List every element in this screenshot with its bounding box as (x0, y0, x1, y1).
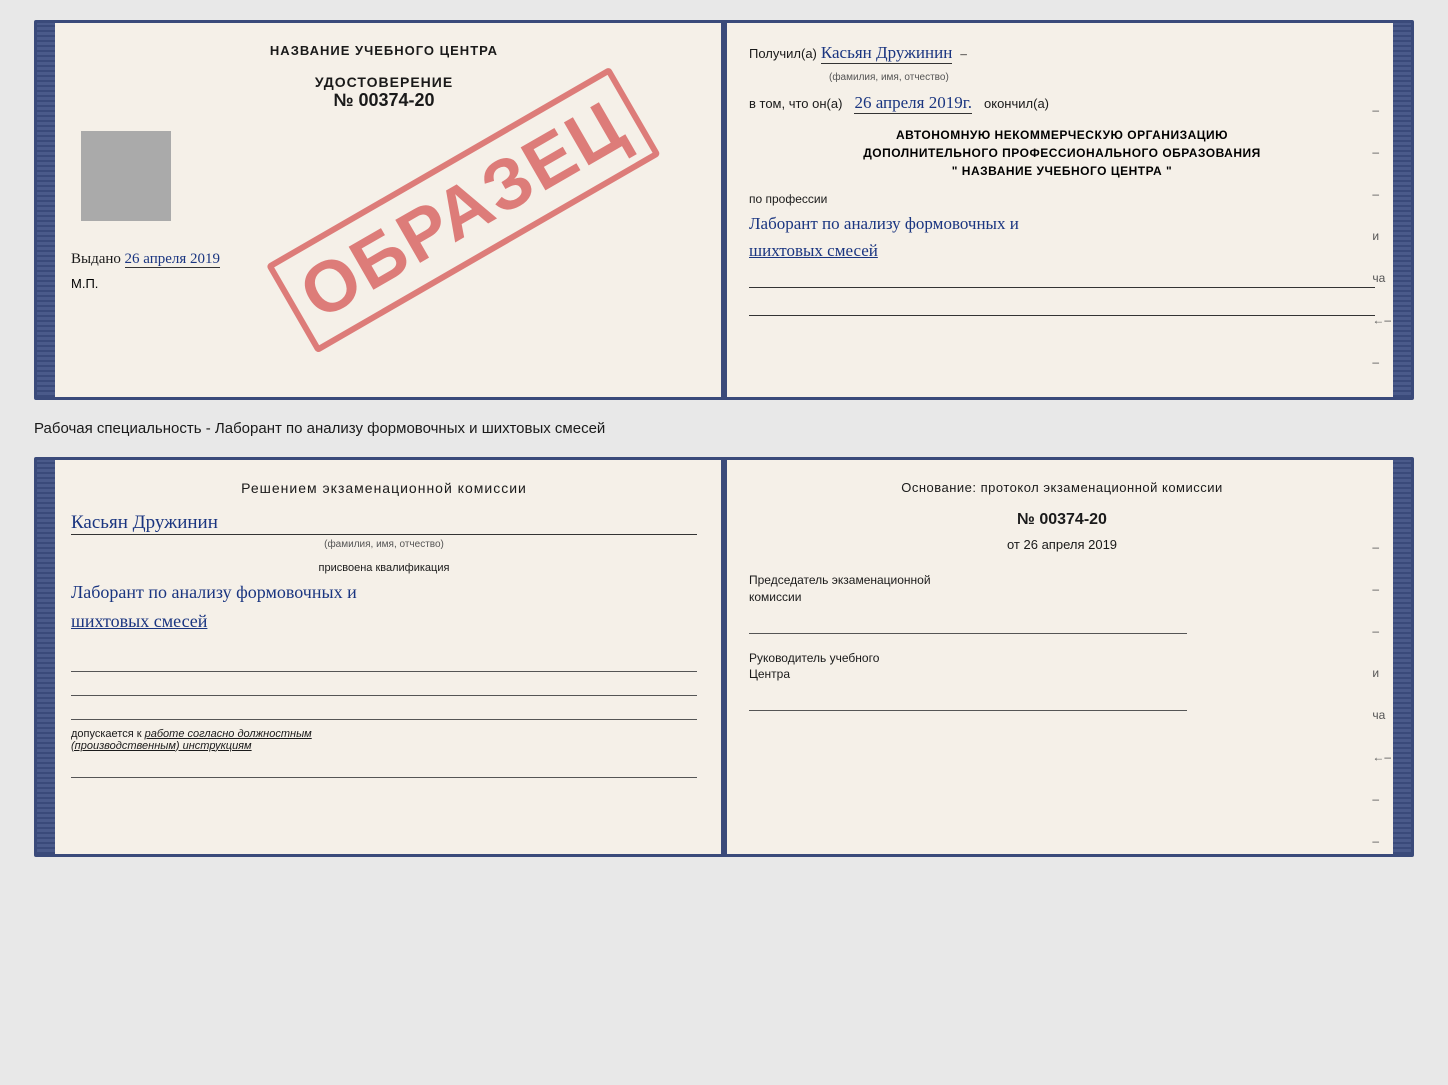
bottom-name-sublabel: (фамилия, имя, отчество) (71, 539, 697, 550)
profession-label: по профессии (749, 192, 1375, 206)
director-label: Руководитель учебногоЦентра (749, 650, 1375, 684)
org-line2: ДОПОЛНИТЕЛЬНОГО ПРОФЕССИОНАЛЬНОГО ОБРАЗО… (749, 144, 1375, 162)
bottom-underline2 (71, 676, 697, 696)
mp-label: М.П. (71, 276, 697, 291)
chairman-label: Председатель экзаменационнойкомиссии (749, 572, 1375, 606)
bottom-right-side-marks: – – – и ча ←– – – (1372, 540, 1391, 848)
bottom-name-handwritten: Касьян Дружинин (71, 512, 697, 535)
org-line3: " НАЗВАНИЕ УЧЕБНОГО ЦЕНТРА " (749, 162, 1375, 180)
received-name: Касьян Дружинин (821, 43, 952, 64)
bottom-section-title: Решением экзаменационной комиссии (71, 480, 697, 496)
underline1 (749, 264, 1375, 288)
received-line: Получил(а) Касьян Дружинин – (749, 43, 1375, 64)
bottom-certificate-book: Решением экзаменационной комиссии Касьян… (34, 457, 1414, 857)
org-line1: АВТОНОМНУЮ НЕКОММЕРЧЕСКУЮ ОРГАНИЗАЦИЮ (749, 126, 1375, 144)
bottom-right-date: от 26 апреля 2019 (749, 537, 1375, 552)
bottom-underline3 (71, 700, 697, 720)
finished-line: в том, что он(а) 26 апреля 2019г. окончи… (749, 93, 1375, 114)
name-sublabel: (фамилия, имя, отчество) (829, 72, 1375, 83)
cert-number-section: УДОСТОВЕРЕНИЕ № 00374-20 (71, 74, 697, 111)
specialty-text: Рабочая специальность - Лаборант по анал… (34, 416, 605, 441)
bottom-left-page: Решением экзаменационной комиссии Касьян… (37, 460, 721, 854)
cert-label: УДОСТОВЕРЕНИЕ (71, 74, 697, 90)
bottom-underline4 (71, 758, 697, 778)
bottom-underlines (71, 652, 697, 720)
received-label: Получил(а) (749, 46, 817, 61)
in-that-label: в том, что он(а) (749, 96, 842, 111)
underline2 (749, 292, 1375, 316)
chairman-signature-line (749, 614, 1187, 634)
bottom-right-page: Основание: протокол экзаменационной коми… (721, 460, 1411, 854)
cert-issued-line: Выдано 26 апреля 2019 (71, 251, 697, 268)
org-block: АВТОНОМНУЮ НЕКОММЕРЧЕСКУЮ ОРГАНИЗАЦИЮ ДО… (749, 126, 1375, 180)
bottom-qualification-label: присвоена квалификация (71, 562, 697, 574)
issued-date: 26 апреля 2019 (125, 251, 221, 268)
cert-center-title: НАЗВАНИЕ УЧЕБНОГО ЦЕНТРА (71, 43, 697, 58)
document-container: НАЗВАНИЕ УЧЕБНОГО ЦЕНТРА УДОСТОВЕРЕНИЕ №… (34, 20, 1414, 857)
director-signature-line (749, 691, 1187, 711)
bottom-qualification-handwritten: Лаборант по анализу формовочных и шихтов… (71, 578, 697, 636)
bottom-right-number: № 00374-20 (749, 511, 1375, 529)
cert-number: № 00374-20 (71, 90, 697, 111)
bottom-underline1 (71, 652, 697, 672)
bottom-right-title: Основание: протокол экзаменационной коми… (749, 480, 1375, 495)
cert-left-page: НАЗВАНИЕ УЧЕБНОГО ЦЕНТРА УДОСТОВЕРЕНИЕ №… (47, 23, 721, 397)
cert-right-page: Получил(а) Касьян Дружинин – (фамилия, и… (721, 23, 1411, 397)
dash1: – (960, 46, 967, 62)
bottom-допускается: допускается к работе согласно должностны… (71, 728, 697, 752)
issued-label: Выдано (71, 251, 121, 267)
date-value: 26 апреля 2019г. (854, 93, 972, 114)
right-side-marks: – – – и ча ←– – (1372, 103, 1391, 369)
photo-placeholder (81, 131, 171, 221)
top-certificate-book: НАЗВАНИЕ УЧЕБНОГО ЦЕНТРА УДОСТОВЕРЕНИЕ №… (34, 20, 1414, 400)
profession-handwritten: Лаборант по анализу формовочных и шихтов… (749, 210, 1375, 264)
finished-label: окончил(а) (984, 96, 1049, 111)
